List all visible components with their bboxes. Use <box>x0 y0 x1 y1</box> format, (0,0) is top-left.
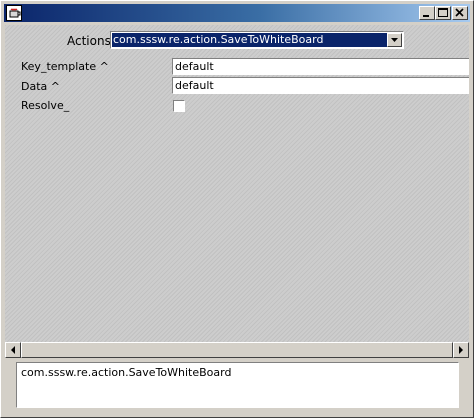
description-area[interactable]: com.sssw.re.action.SaveToWhiteBoard <box>16 362 459 408</box>
arrow-left-icon <box>11 346 15 354</box>
actions-label: Actions <box>67 34 111 48</box>
resolve-checkbox[interactable] <box>173 100 185 112</box>
maximize-icon <box>438 8 448 17</box>
data-field[interactable]: default <box>172 77 469 94</box>
scroll-right-button[interactable] <box>453 342 469 358</box>
data-label: Data ^ <box>21 80 60 93</box>
title-bar[interactable] <box>4 4 470 22</box>
resolve-label: Resolve_ <box>21 99 70 112</box>
close-icon <box>455 8 464 17</box>
maximize-button[interactable] <box>435 6 451 20</box>
app-icon[interactable] <box>6 5 22 21</box>
key-template-field[interactable]: default <box>172 58 469 75</box>
chevron-down-icon <box>391 38 398 42</box>
scroll-left-button[interactable] <box>5 342 21 358</box>
actions-selected-value: com.sssw.re.action.SaveToWhiteBoard <box>112 33 387 47</box>
close-button[interactable] <box>452 6 468 20</box>
minimize-button[interactable] <box>419 6 435 20</box>
minimize-icon <box>423 15 429 17</box>
horizontal-scrollbar[interactable] <box>5 342 469 358</box>
arrow-right-icon <box>459 346 463 354</box>
properties-panel: Actions com.sssw.re.action.SaveToWhiteBo… <box>5 25 469 342</box>
key-template-label: Key_template ^ <box>21 60 109 73</box>
main-window: Actions com.sssw.re.action.SaveToWhiteBo… <box>0 0 474 418</box>
actions-combobox[interactable]: com.sssw.re.action.SaveToWhiteBoard <box>110 31 404 49</box>
scrollbar-thumb[interactable] <box>21 342 453 358</box>
actions-dropdown-button[interactable] <box>387 33 402 47</box>
